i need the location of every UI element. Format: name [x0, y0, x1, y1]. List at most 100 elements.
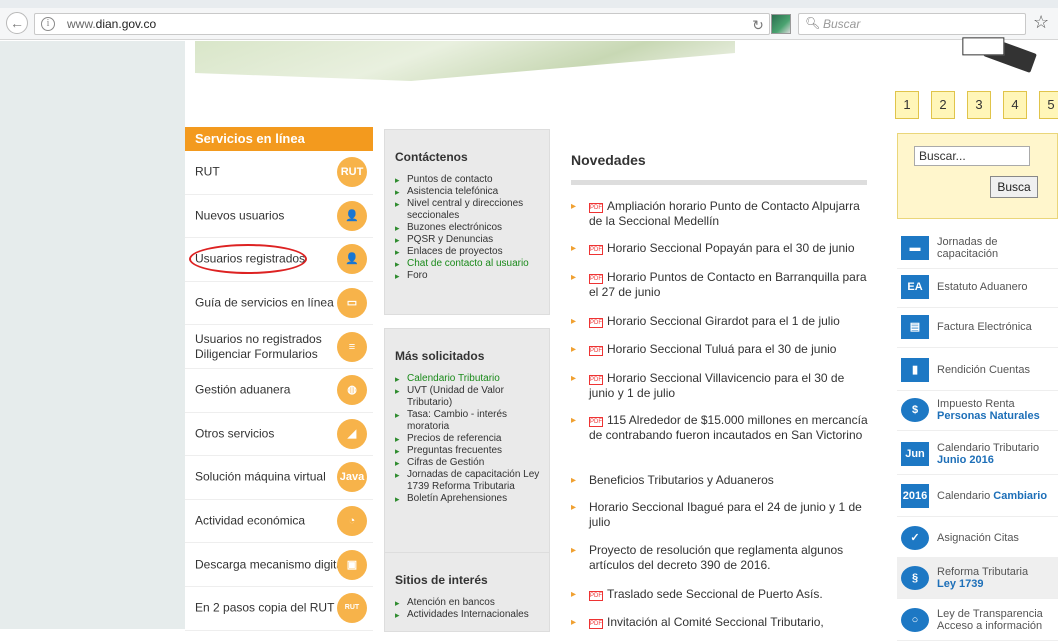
pdf-icon: PDF [589, 346, 603, 356]
service-actividad-economica[interactable]: Actividad económica ◔ [185, 499, 373, 544]
contact-link[interactable]: Foro [395, 270, 543, 282]
most-requested-list: Calendario Tributario UVT (Unidad de Val… [385, 363, 549, 511]
pager-button-4[interactable]: 4 [1003, 91, 1027, 119]
right-link[interactable]: Jun Calendario Tributario Junio 2016 [897, 433, 1058, 475]
user-add-icon: 👤 [337, 200, 367, 231]
news-item-text: Horario Seccional Villavicencio para el … [589, 371, 845, 400]
news-item-text: Proyecto de resolución que reglamenta al… [589, 543, 844, 572]
service-descarga-mecanismo[interactable]: Descarga mecanismo digital ▣ [185, 543, 373, 587]
news-item-text: Ampliación horario Punto de Contacto Alp… [589, 199, 860, 228]
most-requested-link[interactable]: Cifras de Gestión [395, 457, 543, 469]
back-arrow-icon[interactable]: ← [6, 12, 28, 34]
right-link-icon: $ [901, 397, 929, 422]
bullet-arrow-icon: ▸ [571, 589, 577, 600]
contact-link[interactable]: Asistencia telefónica [395, 186, 543, 198]
news-item-text: Horario Seccional Tuluá para el 30 de ju… [607, 342, 837, 356]
right-link[interactable]: $ Impuesto Renta Personas Naturales [897, 389, 1058, 431]
contact-link[interactable]: Buzones electrónicos [395, 222, 543, 234]
right-link[interactable]: ✓ Asignación Citas [897, 517, 1058, 559]
most-requested-link[interactable]: Tasa: Cambio - interés moratoria [395, 409, 543, 433]
globe-icon: ◍ [337, 375, 367, 406]
most-requested-link[interactable]: Boletín Aprehensiones [395, 493, 543, 505]
right-link[interactable]: ▬ Jornadas de capacitación [897, 227, 1058, 269]
bookmark-star-icon[interactable]: ☆ [1033, 12, 1049, 33]
news-item-text: Horario Seccional Popayán para el 30 de … [607, 241, 855, 255]
news-item-text: Traslado sede Seccional de Puerto Asís. [607, 587, 823, 601]
contact-link[interactable]: Nivel central y direcciones seccionales [395, 198, 543, 222]
news-divider [571, 180, 867, 185]
bullet-arrow-icon: ▸ [571, 316, 577, 327]
news-item[interactable]: ▸ PDF Horario Seccional Girardot para el 1… [571, 314, 871, 329]
pdf-icon: PDF [589, 619, 603, 629]
bullet-arrow-icon: ▸ [571, 373, 577, 384]
right-link-icon: ▤ [901, 314, 929, 339]
service-gestion-aduanera[interactable]: Gestión aduanera ◍ [185, 368, 373, 413]
contact-link[interactable]: Puntos de contacto [395, 174, 543, 186]
news-item-text: Invitación al Comité Seccional Tributari… [607, 615, 824, 629]
service-guia[interactable]: Guía de servicios en línea ▭ [185, 281, 373, 326]
pager-button-3[interactable]: 3 [967, 91, 991, 119]
page-content: 1 2 3 4 5 Servicios en línea RUT RUT Nuev… [185, 37, 1058, 641]
service-usuarios-registrados[interactable]: Usuarios registrados 👤 [185, 238, 373, 282]
online-services-panel: Servicios en línea RUT RUT Nuevos usuario… [185, 127, 373, 631]
news-item[interactable]: ▸ Horario Seccional Ibagué para el 24 de … [571, 500, 871, 530]
news-item[interactable]: ▸ PDF Traslado sede Seccional de Puerto As… [571, 587, 871, 602]
pager-button-2[interactable]: 2 [931, 91, 955, 119]
right-link[interactable]: ▮ Rendición Cuentas [897, 349, 1058, 391]
contact-link-chat[interactable]: Chat de contacto al usuario [395, 258, 543, 270]
news-item[interactable]: ▸ PDF Horario Seccional Tuluá para el 30 d… [571, 342, 871, 357]
address-bar[interactable]: i www.dian.gov.co [34, 13, 770, 35]
news-item[interactable]: ▸ PDF Invitación al Comité Seccional Tribu… [571, 615, 871, 630]
site-search-input[interactable]: Buscar... [914, 146, 1030, 166]
right-link-text: Impuesto Renta Personas Naturales [937, 397, 1040, 422]
triangle-icon: ◢ [337, 418, 367, 449]
right-link-text: Jornadas de capacitación [937, 235, 999, 260]
pager-button-5[interactable]: 5 [1039, 91, 1058, 119]
service-rut[interactable]: RUT RUT [185, 151, 373, 195]
contact-link[interactable]: Enlaces de proyectos [395, 246, 543, 258]
reload-icon[interactable]: ↻ [748, 15, 768, 35]
right-link-text: Calendario Cambiario [937, 489, 1048, 502]
right-link-text: Ley de Transparencia Acceso a información [937, 607, 1043, 632]
news-item[interactable]: ▸ PDF Horario Seccional Villavicencio para… [571, 371, 871, 401]
contact-box: Contáctenos Puntos de contacto Asistenci… [384, 129, 550, 315]
news-item[interactable]: ▸ Beneficios Tributarios y Aduaneros [571, 473, 871, 488]
contact-list: Puntos de contacto Asistencia telefónica… [385, 164, 549, 288]
site-search-box: Buscar... Busca [897, 133, 1058, 219]
most-requested-link[interactable]: Precios de referencia [395, 433, 543, 445]
most-requested-link[interactable]: UVT (Unidad de Valor Tributario) [395, 385, 543, 409]
right-link-text: Factura Electrónica [937, 320, 1032, 333]
right-link[interactable]: ▤ Factura Electrónica [897, 306, 1058, 348]
pie-chart-icon: ◔ [337, 506, 367, 537]
news-item[interactable]: ▸ Proyecto de resolución que reglamenta a… [571, 543, 871, 573]
right-link[interactable]: 2016 Calendario Cambiario [897, 475, 1058, 517]
sites-link[interactable]: Actividades Internacionales [395, 609, 543, 621]
most-requested-link[interactable]: Preguntas frecuentes [395, 445, 543, 457]
sites-link[interactable]: Atención en bancos [395, 597, 543, 609]
info-icon[interactable]: i [41, 17, 55, 31]
most-requested-link[interactable]: Jornadas de capacitación Ley 1739 Reform… [395, 469, 543, 493]
bullet-arrow-icon: ▸ [571, 201, 577, 212]
bullet-arrow-icon: ▸ [571, 617, 577, 628]
service-maquina-virtual[interactable]: Solución máquina virtual Java [185, 456, 373, 500]
right-link[interactable]: EA Estatuto Aduanero [897, 266, 1058, 308]
image-icon[interactable] [771, 14, 791, 34]
pdf-icon: PDF [589, 375, 603, 385]
news-item[interactable]: ▸ PDF Horario Puntos de Contacto en Barran… [571, 270, 871, 300]
service-otros[interactable]: Otros servicios ◢ [185, 412, 373, 457]
service-copia-rut[interactable]: En 2 pasos copia del RUT RUT [185, 586, 373, 631]
news-item[interactable]: ▸ PDF 115 Alrededor de $15.000 millones en… [571, 413, 871, 443]
site-search-button[interactable]: Busca [990, 176, 1038, 198]
right-link[interactable]: ○ Ley de Transparencia Acceso a informació… [897, 599, 1058, 641]
pager-button-1[interactable]: 1 [895, 91, 919, 119]
service-nuevos-usuarios[interactable]: Nuevos usuarios 👤 [185, 194, 373, 239]
browser-search-bar[interactable]: 🔍︎ Buscar [798, 13, 1026, 35]
news-item[interactable]: ▸ PDF Horario Seccional Popayán para el 30… [571, 241, 871, 256]
news-item[interactable]: ▸ PDF Ampliación horario Punto de Contacto… [571, 199, 871, 229]
right-link[interactable]: § Reforma Tributaria Ley 1739 [897, 557, 1058, 599]
service-no-registrados[interactable]: Usuarios no registrados Diligenciar Form… [185, 325, 373, 369]
pdf-icon: PDF [589, 318, 603, 328]
most-requested-link[interactable]: Calendario Tributario [395, 373, 543, 385]
right-link-icon: ▮ [901, 357, 929, 382]
contact-link[interactable]: PQSR y Denuncias [395, 234, 543, 246]
